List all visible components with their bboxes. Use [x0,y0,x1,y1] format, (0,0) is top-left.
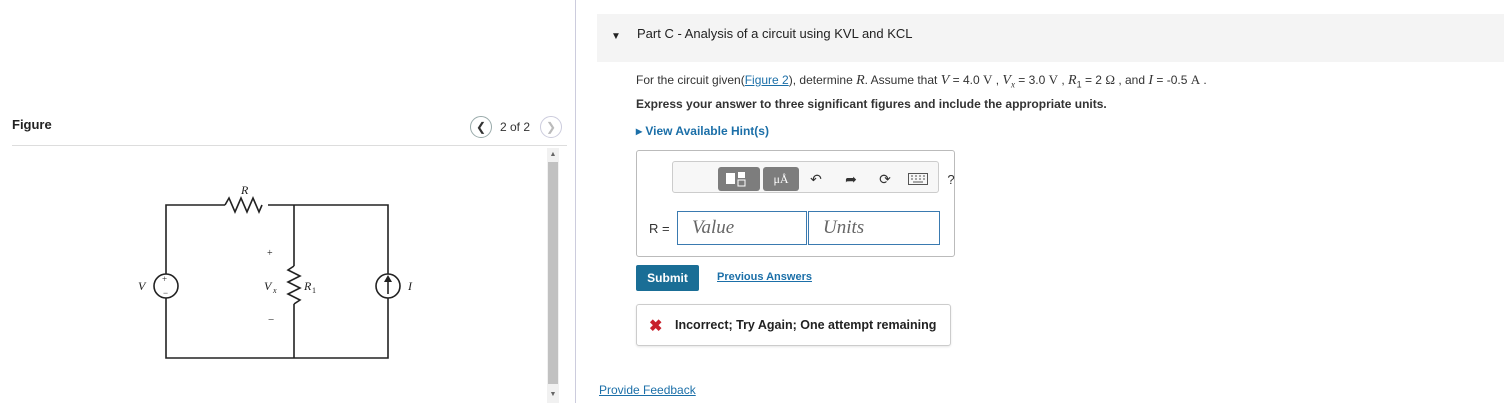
label-r: R [240,183,249,197]
caret-down-icon[interactable]: ▼ [611,31,621,42]
part-title: Part C - Analysis of a circuit using KVL… [637,26,913,41]
units-input[interactable]: Units [808,211,940,245]
wire-top-right [268,204,389,274]
label-i: I [407,279,413,293]
x-icon: ✖ [649,318,663,335]
scroll-up-icon[interactable]: ▲ [547,149,559,161]
figure-link[interactable]: Figure 2 [745,73,789,87]
circuit-diagram: + − V R + − V x R 1 I [138,183,413,359]
help-icon[interactable]: ? [941,167,961,191]
view-hints-link[interactable]: ▸ View Available Hint(s) [636,124,769,138]
submit-button[interactable]: Submit [636,265,699,291]
scrollbar-thumb[interactable] [548,162,558,384]
svg-text:1: 1 [312,286,316,295]
current-arrow-icon [384,275,392,282]
resistor-r1 [286,265,302,305]
label-vx: V [264,279,273,293]
provide-feedback-link[interactable]: Provide Feedback [599,383,696,397]
feedback-message: Incorrect; Try Again; One attempt remain… [675,318,937,332]
feedback-box: ✖ Incorrect; Try Again; One attempt rema… [636,304,951,346]
chevron-right-icon[interactable]: ❯ [540,116,562,138]
scroll-down-icon[interactable]: ▼ [547,389,559,401]
figure-divider [12,145,567,146]
label-v: V [138,279,147,293]
undo-icon[interactable]: ↶ [806,167,826,191]
answer-box: μÅ ↶ ➦ ⟳ ? R = Value Units [636,150,955,257]
answer-label: R = [649,221,670,236]
question-text: For the circuit given(Figure 2), determi… [636,72,1207,90]
figure-label: Figure [12,117,52,132]
svg-text:x: x [272,286,277,295]
wire-top-left [165,204,225,274]
label-r1: R [303,279,312,293]
svg-text:−: − [163,288,168,298]
units-icon[interactable]: μÅ [763,167,799,191]
chevron-left-icon[interactable]: ❮ [470,116,492,138]
math-toolbar: μÅ ↶ ➦ ⟳ ? [672,161,955,193]
resistor-r [224,195,263,215]
previous-answers-link[interactable]: Previous Answers [717,271,812,283]
reset-icon[interactable]: ⟳ [875,167,895,191]
svg-text:+: + [162,274,167,284]
figure-page-count: 2 of 2 [500,120,531,134]
svg-text:+: + [267,248,273,259]
template-icon[interactable] [718,167,760,191]
value-input[interactable]: Value [677,211,807,245]
redo-icon[interactable]: ➦ [841,167,861,191]
part-header[interactable]: ▼ Part C - Analysis of a circuit using K… [597,14,1504,62]
svg-text:−: − [268,314,274,326]
panel-divider [575,0,576,403]
figure-panel: Figure ❮ 2 of 2 ❯ + − V R + − V x R 1 I … [0,0,575,403]
wire-bottom [165,298,389,359]
instruction-text: Express your answer to three significant… [636,97,1107,111]
keyboard-icon[interactable] [907,167,929,191]
